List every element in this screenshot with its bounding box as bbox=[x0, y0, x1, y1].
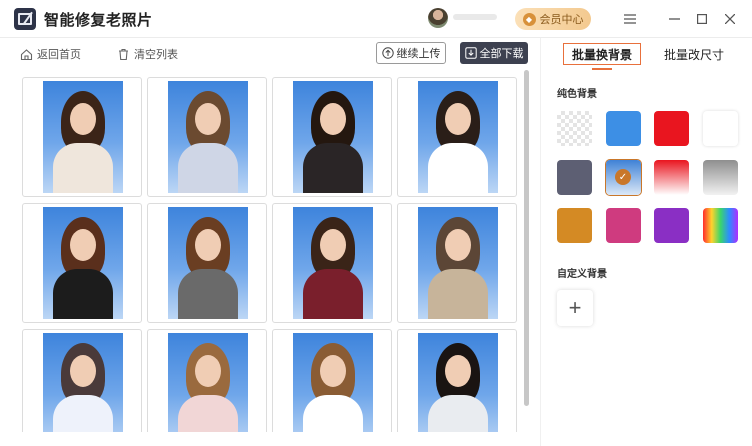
portrait-body bbox=[303, 269, 363, 319]
portrait-thumbnail bbox=[293, 333, 373, 432]
photo-card[interactable] bbox=[397, 203, 517, 323]
portrait-face bbox=[320, 355, 346, 387]
tab-active-indicator bbox=[592, 68, 612, 70]
portrait-face bbox=[320, 103, 346, 135]
portrait-face bbox=[445, 103, 471, 135]
swatch-slate[interactable] bbox=[557, 160, 592, 195]
photo-card[interactable] bbox=[397, 329, 517, 432]
swatch-red[interactable] bbox=[654, 111, 689, 146]
download-all-label: 全部下载 bbox=[479, 48, 524, 60]
close-icon[interactable] bbox=[720, 9, 740, 29]
photo-card[interactable] bbox=[22, 203, 142, 323]
upload-icon bbox=[381, 47, 394, 59]
minimize-icon[interactable] bbox=[664, 9, 684, 29]
portrait-body bbox=[53, 395, 113, 432]
portrait-body bbox=[428, 395, 488, 432]
portrait-body bbox=[428, 143, 488, 193]
diamond-icon: ◆ bbox=[522, 12, 536, 26]
photo-card[interactable] bbox=[272, 329, 392, 432]
photo-grid bbox=[22, 77, 518, 432]
tab-batch-background[interactable]: 批量换背景 bbox=[563, 43, 641, 65]
portrait-thumbnail bbox=[293, 207, 373, 319]
vip-center-button[interactable]: ◆ 会员中心 bbox=[515, 8, 591, 30]
portrait-body bbox=[303, 143, 363, 193]
photo-card[interactable] bbox=[272, 77, 392, 197]
portrait-face bbox=[195, 355, 221, 387]
continue-upload-button[interactable]: 继续上传 bbox=[376, 42, 446, 64]
tab-batch-resize[interactable]: 批量改尺寸 bbox=[659, 43, 729, 65]
download-icon bbox=[464, 47, 477, 59]
swatch-gray-blue[interactable]: ✓ bbox=[606, 160, 641, 195]
portrait-face bbox=[195, 229, 221, 261]
solid-background-label: 纯色背景 bbox=[557, 89, 597, 100]
grid-scrollbar[interactable] bbox=[524, 70, 529, 406]
home-icon bbox=[20, 48, 33, 60]
portrait-thumbnail bbox=[293, 81, 373, 193]
plus-icon: + bbox=[568, 295, 582, 320]
portrait-thumbnail bbox=[418, 207, 498, 319]
portrait-thumbnail bbox=[168, 81, 248, 193]
settings-panel: 批量换背景 批量改尺寸 纯色背景 ✓ 自定义背景 + bbox=[540, 38, 752, 446]
swatch-red-gradient[interactable] bbox=[654, 160, 689, 195]
photo-card[interactable] bbox=[22, 329, 142, 432]
portrait-face bbox=[320, 229, 346, 261]
swatch-magenta[interactable] bbox=[606, 208, 641, 243]
portrait-thumbnail bbox=[418, 333, 498, 432]
back-home-label: 返回首页 bbox=[37, 49, 81, 61]
portrait-body bbox=[178, 395, 238, 432]
swatch-blue[interactable] bbox=[606, 111, 641, 146]
title-bar: 智能修复老照片 ◆ 会员中心 bbox=[0, 0, 752, 38]
app-title: 智能修复老照片 bbox=[44, 12, 153, 29]
clear-list-button[interactable]: 清空列表 bbox=[117, 46, 178, 62]
swatch-transparent[interactable] bbox=[557, 111, 592, 146]
photo-toolbar: 返回首页 清空列表 继续上传 全部下载 bbox=[0, 38, 536, 70]
vip-center-label: 会员中心 bbox=[539, 14, 584, 26]
portrait-face bbox=[70, 103, 96, 135]
app-logo-icon bbox=[14, 8, 36, 30]
portrait-body bbox=[178, 143, 238, 193]
portrait-face bbox=[195, 103, 221, 135]
portrait-body bbox=[178, 269, 238, 319]
checkmark-icon: ✓ bbox=[615, 169, 631, 185]
add-custom-background-button[interactable]: + bbox=[557, 290, 593, 326]
portrait-face bbox=[445, 355, 471, 387]
clear-list-label: 清空列表 bbox=[134, 49, 178, 61]
portrait-thumbnail bbox=[168, 207, 248, 319]
maximize-icon[interactable] bbox=[692, 9, 712, 29]
portrait-body bbox=[428, 269, 488, 319]
portrait-face bbox=[70, 355, 96, 387]
portrait-face bbox=[70, 229, 96, 261]
portrait-thumbnail bbox=[43, 333, 123, 432]
swatch-rainbow[interactable] bbox=[703, 208, 738, 243]
swatch-gray-gradient[interactable] bbox=[703, 160, 738, 195]
portrait-face bbox=[445, 229, 471, 261]
user-avatar[interactable] bbox=[428, 8, 448, 28]
user-name-placeholder bbox=[453, 14, 497, 20]
custom-background-label: 自定义背景 bbox=[557, 269, 607, 280]
continue-upload-label: 继续上传 bbox=[396, 48, 441, 60]
portrait-thumbnail bbox=[168, 333, 248, 432]
photo-card[interactable] bbox=[272, 203, 392, 323]
photo-card[interactable] bbox=[147, 329, 267, 432]
portrait-body bbox=[303, 395, 363, 432]
portrait-thumbnail bbox=[43, 207, 123, 319]
portrait-thumbnail bbox=[418, 81, 498, 193]
photo-card[interactable] bbox=[147, 203, 267, 323]
menu-icon[interactable] bbox=[620, 9, 640, 29]
photo-card[interactable] bbox=[147, 77, 267, 197]
portrait-thumbnail bbox=[43, 81, 123, 193]
photo-card[interactable] bbox=[22, 77, 142, 197]
download-all-button[interactable]: 全部下载 bbox=[460, 42, 528, 64]
swatch-orange[interactable] bbox=[557, 208, 592, 243]
swatch-purple[interactable] bbox=[654, 208, 689, 243]
trash-icon bbox=[119, 48, 128, 60]
back-home-button[interactable]: 返回首页 bbox=[20, 46, 81, 62]
portrait-body bbox=[53, 143, 113, 193]
swatch-white[interactable] bbox=[703, 111, 738, 146]
photo-card[interactable] bbox=[397, 77, 517, 197]
portrait-body bbox=[53, 269, 113, 319]
